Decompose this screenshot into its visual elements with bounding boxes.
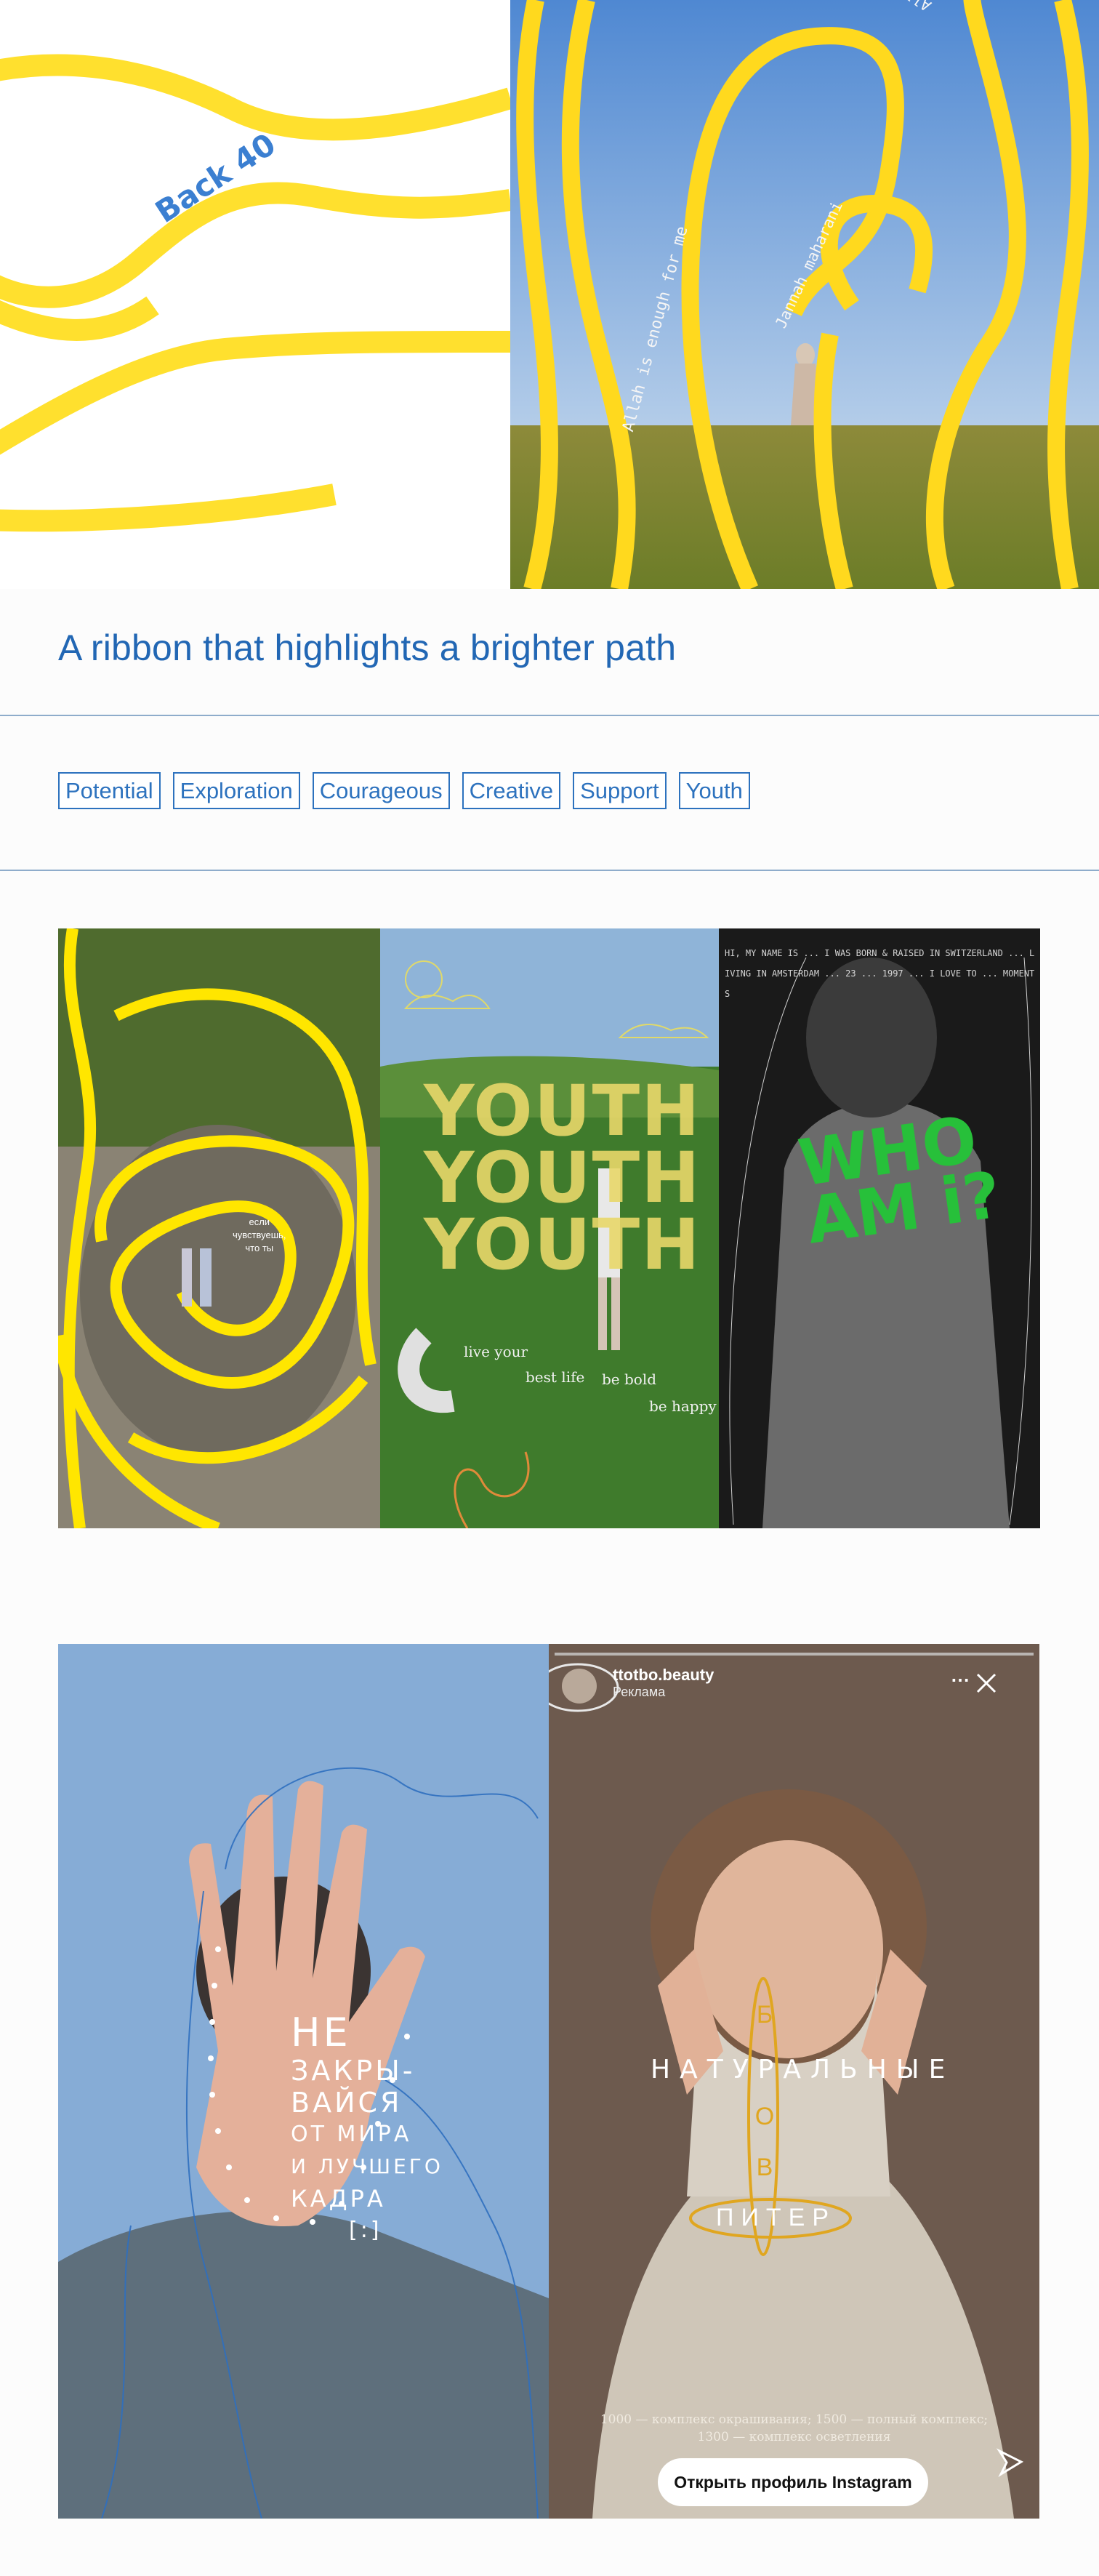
insta-sponsored-label: Реклама	[613, 1685, 666, 1699]
insta-username[interactable]: ttotbo.beauty	[613, 1666, 714, 1685]
note-be-bold: be bold	[602, 1371, 657, 1388]
gallery-panel-who-am-i[interactable]: HI, MY NAME IS ... I WAS BORN & RAISED I…	[719, 928, 1040, 1528]
instagram-story[interactable]: ttotbo.beauty Реклама ⋯ НАТУРАЛЬНЫЕ Б . …	[549, 1644, 1039, 2519]
hand-story-text: НЕ ЗАКРЫ- ВАЙСЯ ОТ МИРА И ЛУЧШЕГО КАДРА …	[291, 2010, 443, 2244]
tag-list: Potential Exploration Courageous Creativ…	[58, 772, 750, 809]
city-word: ПИТЕР	[716, 2204, 836, 2231]
divider-top	[0, 715, 1099, 716]
tag-youth[interactable]: Youth	[678, 772, 750, 809]
tag-support[interactable]: Support	[573, 772, 667, 809]
gallery-panel-youth[interactable]: YOUTH YOUTH YOUTH live your best life be…	[380, 928, 719, 1528]
who-am-i-title: WHO AM i?	[794, 1102, 1005, 1259]
price-text: 1000 — комплекс окрашивания; 1500 — полн…	[600, 2412, 989, 2444]
tag-potential[interactable]: Potential	[58, 772, 161, 809]
yellow-ribbon-graphic	[0, 54, 510, 532]
gallery-panel-ribbons[interactable]: если чувствуешь, что ты	[58, 928, 380, 1528]
more-icon[interactable]: ⋯	[951, 1669, 970, 1691]
open-profile-button[interactable]: Открыть профиль Instagram	[658, 2458, 928, 2506]
hero-ribbon-art: Back 40	[0, 0, 510, 589]
brow-letters: Б . О В	[754, 2001, 775, 2181]
panel1-photo	[58, 928, 380, 1528]
natural-word: НАТУРАЛЬНЫЕ	[651, 2055, 955, 2085]
story-gallery: если чувствуешь, что ты YOUTH YOUTH YOUT…	[58, 928, 1040, 1528]
tag-creative[interactable]: Creative	[462, 772, 561, 809]
hero-photo: Allah is enough for me Jannah maharani A…	[510, 0, 1099, 589]
divider-bottom	[0, 870, 1099, 871]
tag-courageous[interactable]: Courageous	[312, 772, 450, 809]
story-pair: НЕ ЗАКРЫ- ВАЙСЯ ОТ МИРА И ЛУЧШЕГО КАДРА …	[58, 1644, 1039, 2519]
hand-story[interactable]: НЕ ЗАКРЫ- ВАЙСЯ ОТ МИРА И ЛУЧШЕГО КАДРА …	[58, 1644, 549, 2519]
page-title: A ribbon that highlights a brighter path	[58, 627, 677, 668]
panel3-scribble-text: HI, MY NAME IS ... I WAS BORN & RAISED I…	[725, 948, 1035, 999]
panel2-youth-stack: YOUTH YOUTH YOUTH	[424, 1070, 701, 1285]
note-be-happy: be happy	[649, 1397, 717, 1415]
panel1-caption: если чувствуешь, что ты	[233, 1216, 286, 1253]
note-live-your: live your	[464, 1343, 528, 1360]
close-icon[interactable]	[974, 1669, 999, 1693]
tag-exploration[interactable]: Exploration	[172, 772, 300, 809]
note-best-life: best life	[526, 1368, 585, 1386]
